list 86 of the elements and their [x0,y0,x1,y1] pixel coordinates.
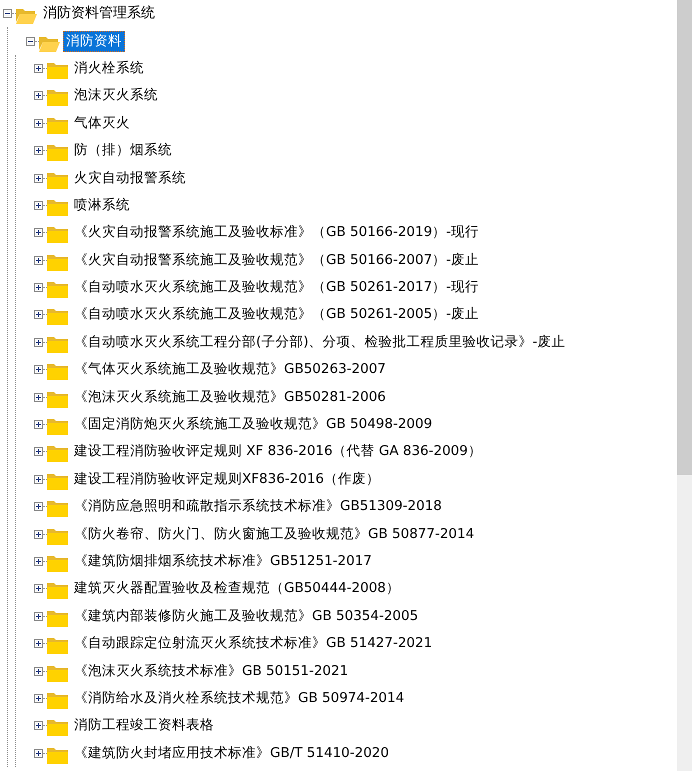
expand-icon[interactable] [34,91,43,100]
tree-item[interactable]: 《消防给水及消火栓系统技术规范》GB 50974-2014 [71,688,408,709]
tree-item[interactable]: 《火灾自动报警系统施工及验收规范》（GB 50166-2007）-废止 [71,250,482,271]
tree-item[interactable]: 《泡沫灭火系统施工及验收规范》GB50281-2006 [71,386,389,408]
expand-icon[interactable] [34,146,43,156]
expand-icon[interactable] [34,392,43,402]
folder-icon [47,172,68,189]
open-folder-icon [39,34,60,52]
folder-icon [47,692,68,709]
folder-icon [47,336,68,353]
folder-icon [47,472,68,490]
folder-icon [47,582,68,600]
expand-icon[interactable] [34,666,43,676]
tree-item[interactable]: 《泡沫灭火系统技术标准》GB 50151-2021 [71,660,352,682]
folder-icon [47,500,68,518]
folder-icon [47,637,68,654]
tree-item[interactable]: 消防资料 [63,30,125,52]
expand-icon[interactable] [34,694,43,703]
scrollbar-thumb[interactable] [677,0,692,475]
folder-icon [47,144,68,162]
expand-icon[interactable] [34,584,43,594]
expand-icon[interactable] [34,530,43,539]
folder-icon [47,89,68,106]
folder-icon [47,719,68,736]
tree-item[interactable]: 《自动跟踪定位射流灭火系统技术标准》GB 51427-2021 [71,633,436,654]
tree-item[interactable]: 《建筑防烟排烟系统技术标准》GB51251-2017 [71,551,375,572]
folder-icon [47,363,68,380]
tree-item[interactable]: 消防工程竣工资料表格 [71,715,217,736]
expand-icon[interactable] [34,447,43,456]
folder-icon [47,445,68,462]
scrollbar[interactable] [677,0,692,771]
expand-icon[interactable] [34,338,43,347]
tree-item[interactable]: 建设工程消防验收评定规则 XF 836-2016（代替 GA 836-2009） [71,441,485,462]
folder-icon [47,198,68,216]
tree-item[interactable]: 《自动喷水灭火系统施工及验收规范》（GB 50261-2017）-现行 [71,277,482,298]
expand-icon[interactable] [34,228,43,238]
tree-item[interactable]: 泡沫灭火系统 [71,85,161,106]
folder-icon [47,555,68,572]
expand-icon[interactable] [34,200,43,210]
collapse-icon[interactable] [3,9,12,18]
expand-icon[interactable] [34,502,43,512]
tree-item[interactable]: 建设工程消防验收评定规则XF836-2016（作废） [71,468,384,490]
tree-item[interactable]: 《自动喷水灭火系统施工及验收规范》（GB 50261-2005）-废止 [71,304,482,326]
tree-item[interactable]: 《自动喷水灭火系统工程分部(子分部)、分项、检验批工程质里验收记录》-废止 [71,332,568,353]
folder-icon [47,418,68,436]
expand-icon[interactable] [34,474,43,484]
expand-icon[interactable] [34,721,43,730]
tree-item[interactable]: 防（排）烟系统 [71,140,175,162]
expand-icon[interactable] [34,612,43,621]
tree-item[interactable]: 气体灭火 [71,112,133,134]
folder-icon [47,281,68,298]
tree-item[interactable]: 建筑灭火器配置验收及检查规范（GB50444-2008） [71,578,403,600]
open-folder-icon [16,7,37,24]
tree-item[interactable]: 消防资料管理系统 [40,3,158,24]
tree-item[interactable]: 喷淋系统 [71,194,133,216]
folder-icon [47,610,68,627]
expand-icon[interactable] [34,174,43,183]
folder-icon [47,664,68,682]
folder-icon [47,226,68,244]
expand-icon[interactable] [34,748,43,758]
folder-icon [47,116,68,134]
folder-icon [47,528,68,545]
tree-item[interactable]: 火灾自动报警系统 [71,168,189,189]
tree-item[interactable]: 消火栓系统 [71,58,147,79]
folder-icon [47,308,68,326]
expand-icon[interactable] [34,64,43,73]
tree-item[interactable]: 《防火卷帘、防火门、防火窗施工及验收规范》GB 50877-2014 [71,524,478,545]
collapse-icon[interactable] [26,36,35,46]
expand-icon[interactable] [34,365,43,374]
tree-item[interactable]: 《建筑内部装修防火施工及验收规范》GB 50354-2005 [71,606,422,627]
tree-item[interactable]: 《气体灭火系统施工及验收规范》GB50263-2007 [71,359,389,380]
folder-icon [47,390,68,408]
expand-icon[interactable] [34,118,43,128]
tree-item[interactable]: 《消防应急照明和疏散指示系统技术标准》GB51309-2018 [71,496,445,518]
tree-item[interactable]: 《固定消防炮灭火系统施工及验收规范》GB 50498-2009 [71,414,436,436]
tree-item[interactable]: 《火灾自动报警系统施工及验收标准》（GB 50166-2019）-现行 [71,222,482,244]
expand-icon[interactable] [34,639,43,648]
expand-icon[interactable] [34,283,43,292]
expand-icon[interactable] [34,557,43,566]
expand-icon[interactable] [34,310,43,320]
tree-item[interactable]: 《建筑防火封堵应用技术标准》GB/T 51410-2020 [71,742,392,764]
expand-icon[interactable] [34,256,43,265]
folder-icon [47,746,68,764]
folder-icon [47,62,68,79]
expand-icon[interactable] [34,420,43,430]
folder-icon [47,254,68,271]
